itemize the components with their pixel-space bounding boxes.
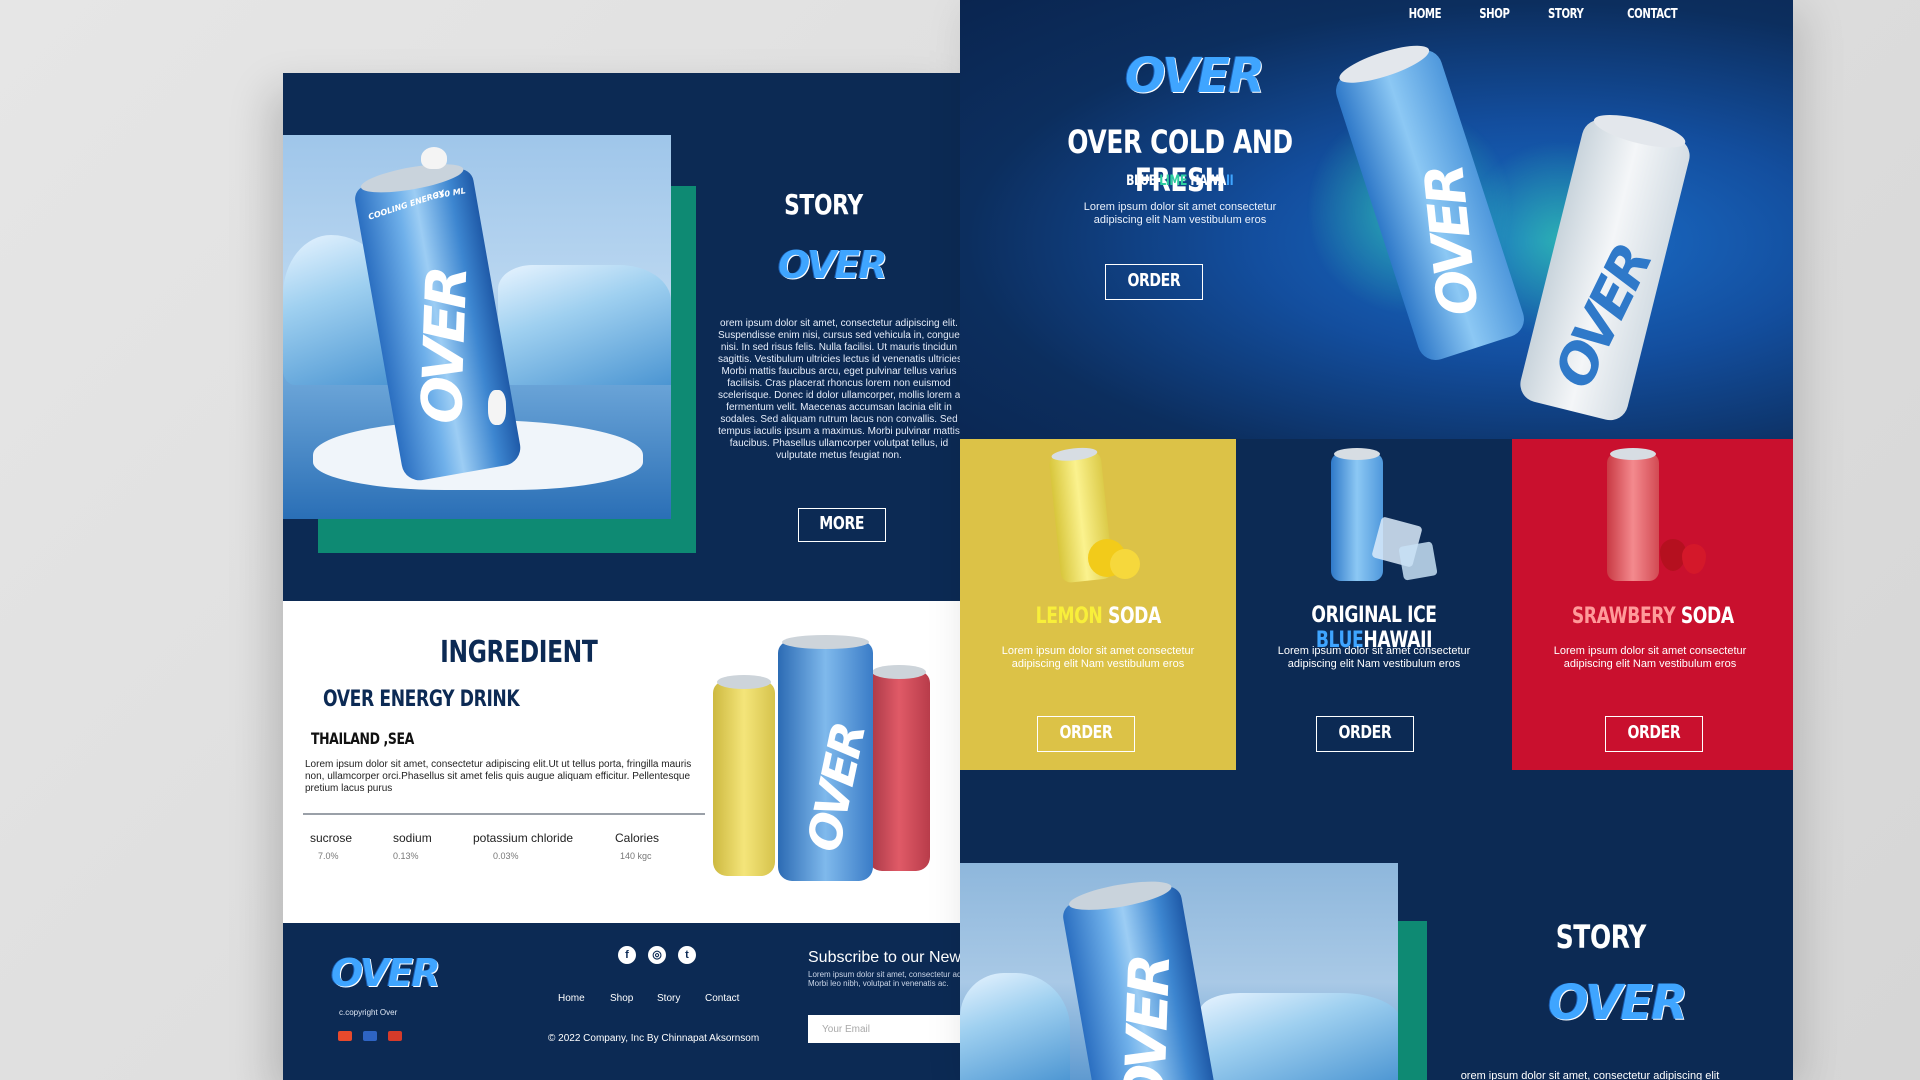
story-line: tempus iaculis ipsum a maximus. Morbi pu… bbox=[718, 426, 960, 437]
story-line: fermentum velit. Maecenas accumsan lacin… bbox=[726, 402, 952, 413]
hero-logo: OVER bbox=[1125, 48, 1265, 104]
footer-nav-shop[interactable]: Shop bbox=[610, 993, 633, 1004]
stat-calories: Calories 140 kgc bbox=[615, 831, 660, 861]
nav-shop[interactable]: SHOP bbox=[1475, 6, 1514, 22]
story-line: nisi. In sed risus felis. Nulla facilisi… bbox=[720, 342, 958, 353]
order-button[interactable]: ORDER bbox=[1316, 716, 1414, 752]
iceberg-right bbox=[498, 265, 671, 385]
story-section-right: OVER STORY OVER orem ipsum dolor sit ame… bbox=[960, 770, 1793, 1080]
ingredient-body: Lorem ipsum dolor sit amet, consectetur … bbox=[305, 759, 692, 794]
hero-section: HOME SHOP STORY CONTACT OVER OVER COLD A… bbox=[960, 0, 1793, 439]
story-line: scelerisque. Donec id dolor ullamcorper,… bbox=[718, 390, 960, 401]
subscribe-body: Lorem ipsum dolor sit amet, consectetur … bbox=[808, 970, 960, 988]
story-line: faucibus. Phasellus ullamcorper volutpat… bbox=[729, 438, 949, 449]
product-card-original: ORIGINAL ICE BLUEHAWAII Lorem ipsum dolo… bbox=[1236, 439, 1512, 770]
hero-body: Lorem ipsum dolor sit amet consectetur a… bbox=[1083, 201, 1277, 226]
footer-nav-story[interactable]: Story bbox=[657, 993, 680, 1004]
nav-story[interactable]: STORY bbox=[1543, 6, 1589, 22]
ingredient-title: INGREDIENT bbox=[440, 635, 598, 670]
story-body: orem ipsum dolor sit amet, consectetur a… bbox=[718, 318, 960, 462]
strawberry-fruit bbox=[1682, 544, 1706, 574]
story-photo: OVER bbox=[960, 863, 1398, 1080]
hero-can-word-2: OVER bbox=[1541, 236, 1664, 398]
stat-sucrose: sucrose 7.0% bbox=[310, 831, 353, 861]
story-line: sagittis. Vestibulum ultricies lectus id… bbox=[718, 354, 960, 365]
right-page-mockup: HOME SHOP STORY CONTACT OVER OVER COLD A… bbox=[960, 0, 1793, 1080]
over-logo: OVER bbox=[778, 243, 888, 287]
story-line: facilisis. Cras placerat rhoncus lorem n… bbox=[727, 378, 951, 389]
can-illustration: OVER bbox=[1060, 884, 1220, 1080]
story-photo: COOLING ENERGY 350 ML OVER bbox=[283, 135, 671, 519]
subscribe-title: Subscribe to our Newsletter bbox=[808, 949, 960, 966]
blue-can: OVER bbox=[778, 635, 876, 881]
hero-can-word: OVER bbox=[1412, 164, 1491, 319]
ingredient-subtitle: OVER ENERGY DRINK bbox=[323, 687, 520, 712]
hero-flavors: BLUE LIME HAWAII bbox=[1090, 172, 1270, 189]
story-section: COOLING ENERGY 350 ML OVER STORY OVER or… bbox=[283, 73, 960, 601]
flavor-lime: LIME bbox=[1159, 173, 1188, 189]
nav-contact[interactable]: CONTACT bbox=[1620, 6, 1684, 22]
story-title: STORY bbox=[784, 188, 863, 221]
product-body: Lorem ipsum dolor sit amet consectetur a… bbox=[1277, 645, 1471, 670]
product-name: SRAWBERY SODA bbox=[1571, 604, 1734, 629]
product-body: Lorem ipsum dolor sit amet consectetur a… bbox=[1553, 645, 1747, 670]
footer-logo: OVER bbox=[331, 951, 441, 995]
story-line: orem ipsum dolor sit amet, consectetur a… bbox=[720, 318, 958, 329]
can-volume: 350 ML bbox=[432, 186, 467, 201]
email-input[interactable] bbox=[808, 1015, 960, 1043]
order-button[interactable]: ORDER bbox=[1037, 716, 1135, 752]
footer-copyright: c.copyright Over bbox=[339, 1008, 398, 1017]
flavor-blue: BLUE bbox=[1126, 173, 1160, 189]
story-title: STORY bbox=[1555, 918, 1647, 956]
stat-sodium: sodium 0.13% bbox=[393, 831, 432, 861]
divider bbox=[303, 813, 705, 815]
order-button[interactable]: ORDER bbox=[1605, 716, 1703, 752]
story-line: Morbi mattis faucibus arcu, eget pulvina… bbox=[721, 366, 957, 377]
facebook-icon[interactable]: f bbox=[618, 946, 636, 964]
footer-nav-contact[interactable]: Contact bbox=[705, 993, 739, 1004]
over-logo: OVER bbox=[1548, 975, 1688, 1031]
twitter-icon[interactable]: t bbox=[678, 946, 696, 964]
polar-bear-bottom bbox=[488, 390, 506, 425]
flavor-hawa: HAWA bbox=[1187, 173, 1227, 189]
stat-potassium-chloride: potassium chloride 0.03% bbox=[473, 831, 574, 861]
hero-order-button[interactable]: ORDER bbox=[1105, 264, 1203, 300]
red-can bbox=[868, 665, 930, 871]
mastercard-icon bbox=[338, 1031, 352, 1041]
paypal-icon bbox=[363, 1031, 377, 1041]
more-button[interactable]: MORE bbox=[798, 508, 886, 542]
blue-can-word: OVER bbox=[796, 719, 876, 857]
story-line: sodales. Sed aliquam rutrum lacus non co… bbox=[720, 414, 958, 425]
product-card-strawberry: SRAWBERY SODA Lorem ipsum dolor sit amet… bbox=[1512, 439, 1793, 770]
lemon-fruit bbox=[1110, 549, 1140, 579]
ingredient-location: THAILAND ,SEA bbox=[311, 729, 414, 748]
nav-home[interactable]: HOME bbox=[1404, 6, 1446, 22]
product-card-lemon: LEMON SODA Lorem ipsum dolor sit amet co… bbox=[960, 439, 1236, 770]
product-body: Lorem ipsum dolor sit amet consectetur a… bbox=[1001, 645, 1195, 670]
left-page-mockup: COOLING ENERGY 350 ML OVER STORY OVER or… bbox=[283, 73, 960, 1080]
iceberg-right bbox=[1200, 993, 1398, 1080]
polar-bear-top bbox=[421, 147, 447, 169]
ingredient-section: INGREDIENT OVER ENERGY DRINK THAILAND ,S… bbox=[283, 601, 960, 923]
product-name: LEMON SODA bbox=[1035, 604, 1161, 629]
flavor-ii: II bbox=[1226, 173, 1234, 189]
footer: OVER c.copyright Over f ◎ t Home Shop St… bbox=[283, 923, 960, 1080]
iceberg-left bbox=[960, 973, 1070, 1080]
can-word: OVER bbox=[1112, 956, 1184, 1080]
subscribe-line: Lorem ipsum dolor sit amet, consectetur … bbox=[808, 970, 960, 979]
footer-credit: © 2022 Company, Inc By Chinnapat Aksorns… bbox=[548, 1033, 760, 1044]
red-can bbox=[1607, 448, 1659, 581]
subscribe-line: Morbi leo nibh, volutpat in venenatis ac… bbox=[808, 979, 949, 988]
story-line: Suspendisse enim nisi, cursus sed vehicu… bbox=[718, 330, 960, 341]
instagram-icon[interactable]: ◎ bbox=[648, 946, 666, 964]
story-line: vulputate metus feugiat non. bbox=[776, 450, 902, 461]
footer-nav-home[interactable]: Home bbox=[558, 993, 585, 1004]
can-word: OVER bbox=[409, 268, 481, 425]
yellow-can bbox=[713, 675, 775, 876]
blue-can bbox=[1331, 448, 1383, 581]
story-body: orem ipsum dolor sit amet, consectetur a… bbox=[1460, 1070, 1720, 1080]
ice-cube bbox=[1398, 541, 1438, 581]
payment-icon bbox=[388, 1031, 402, 1041]
